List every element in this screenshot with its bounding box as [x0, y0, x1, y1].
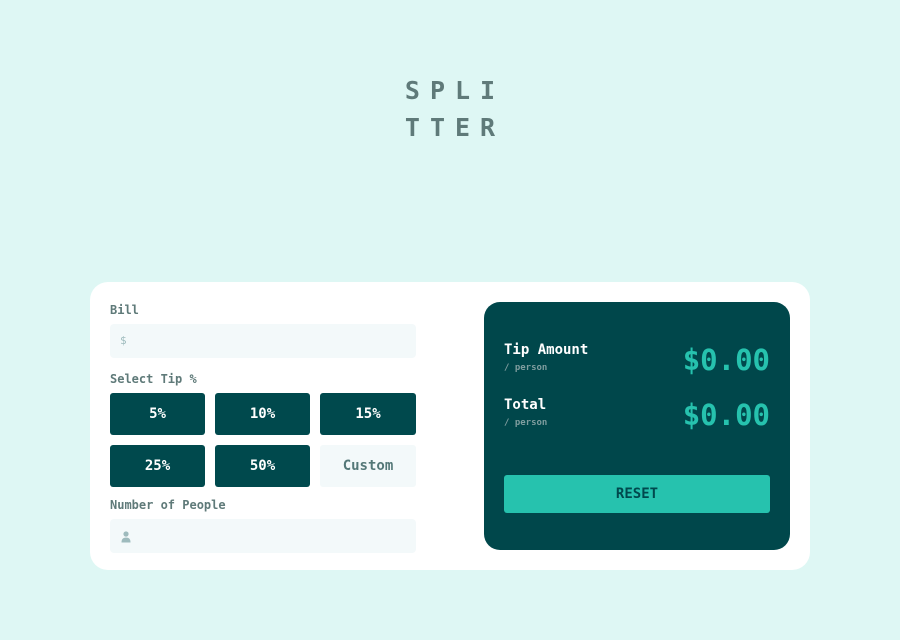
select-tip-label: Select Tip %	[110, 372, 197, 386]
input-panel: Bill $ Select Tip % 5% 10% 15% 25% 50% N…	[110, 302, 416, 553]
results-panel: Tip Amount / person $0.00 Total / person…	[484, 302, 790, 550]
bill-field: $	[110, 324, 416, 358]
total-sub: / person	[504, 418, 548, 428]
tip-button-10[interactable]: 10%	[215, 393, 310, 435]
app-logo: SPLI TTER	[0, 72, 900, 146]
people-field	[110, 519, 416, 553]
reset-button[interactable]: RESET	[504, 475, 770, 513]
total-row: Total / person $0.00	[504, 397, 770, 437]
total-title: Total	[504, 397, 547, 413]
tip-amount-sub: / person	[504, 363, 548, 373]
tip-amount-title: Tip Amount	[504, 342, 589, 358]
tip-button-25[interactable]: 25%	[110, 445, 205, 487]
people-label: Number of People	[110, 498, 226, 512]
tip-amount-value: $0.00	[682, 343, 770, 377]
logo-line-2: TTER	[404, 113, 506, 142]
tip-amount-row: Tip Amount / person $0.00	[504, 342, 770, 382]
custom-tip-input[interactable]	[320, 445, 416, 487]
tip-button-5[interactable]: 5%	[110, 393, 205, 435]
tip-button-15[interactable]: 15%	[320, 393, 416, 435]
people-input[interactable]	[110, 519, 416, 553]
calculator-card: Bill $ Select Tip % 5% 10% 15% 25% 50% N…	[90, 282, 810, 570]
tip-options: 5% 10% 15% 25% 50%	[110, 393, 416, 487]
logo-line-1: SPLI	[404, 76, 506, 105]
bill-input[interactable]	[110, 324, 416, 358]
bill-label: Bill	[110, 303, 139, 317]
total-value: $0.00	[682, 398, 770, 432]
tip-button-50[interactable]: 50%	[215, 445, 310, 487]
